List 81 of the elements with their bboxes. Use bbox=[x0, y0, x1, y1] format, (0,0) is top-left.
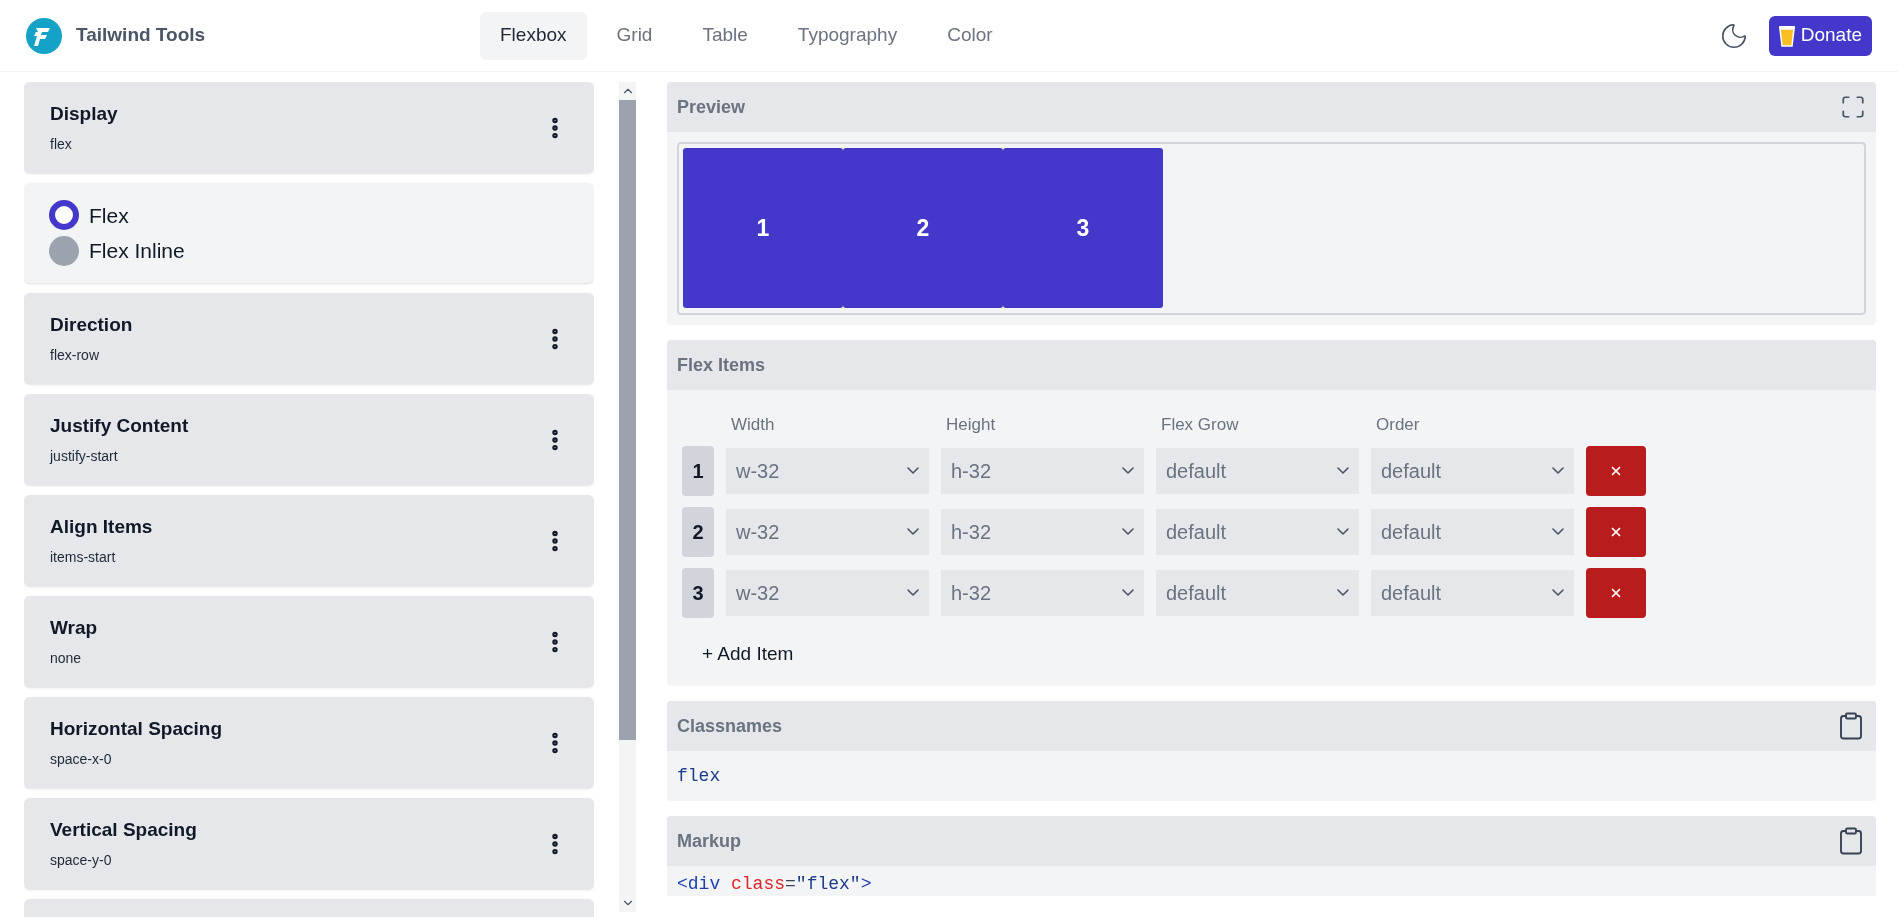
chevron-down-icon bbox=[907, 467, 919, 474]
column-label: Order bbox=[1375, 414, 1421, 436]
column-label: Flex Grow bbox=[1160, 414, 1240, 436]
logo-icon bbox=[26, 17, 62, 54]
add-item-button[interactable]: + Add Item bbox=[702, 639, 794, 668]
setting-value: flex-row bbox=[50, 346, 100, 366]
chevron-down-icon bbox=[1337, 589, 1349, 596]
scrollbar[interactable] bbox=[619, 82, 636, 912]
chevron-down-icon bbox=[907, 528, 919, 535]
section-title: Markup bbox=[677, 829, 741, 853]
section-title: Preview bbox=[677, 95, 746, 119]
setting-value: none bbox=[50, 649, 83, 669]
select-field[interactable]: default bbox=[1371, 508, 1574, 555]
select-field[interactable]: w-32 bbox=[726, 447, 929, 494]
column-label: Width bbox=[730, 414, 776, 436]
nav-tab[interactable]: Grid bbox=[596, 11, 673, 60]
nav-tab[interactable]: Color bbox=[927, 11, 1013, 60]
chevron-down-icon bbox=[1552, 528, 1564, 535]
chevron-down-icon bbox=[1337, 528, 1349, 535]
chevron-down-icon bbox=[1122, 467, 1134, 474]
setting-card[interactable]: Vertical Spacing space-y-0 bbox=[24, 798, 594, 889]
section-title: Flex Items bbox=[677, 353, 766, 377]
select-field[interactable]: default bbox=[1156, 569, 1359, 616]
setting-card[interactable]: Direction flex-row bbox=[24, 293, 594, 384]
setting-card[interactable]: Horizontal Spacing space-x-0 bbox=[24, 697, 594, 788]
chevron-down-icon bbox=[1122, 528, 1134, 535]
item-number: 3 bbox=[682, 567, 714, 618]
flex-box: 3 bbox=[1003, 148, 1163, 308]
setting-card[interactable]: Justify Content justify-start bbox=[24, 394, 594, 485]
setting-value: space-x-0 bbox=[50, 750, 113, 770]
item-number: 1 bbox=[682, 445, 714, 496]
brand-name: Tailwind Tools bbox=[76, 23, 206, 48]
setting-card[interactable]: Wrap none bbox=[24, 596, 594, 687]
setting-value: flex bbox=[50, 135, 73, 155]
fullscreen-icon[interactable] bbox=[1840, 94, 1866, 120]
chevron-down-icon bbox=[1122, 589, 1134, 596]
classnames-code: flex bbox=[677, 764, 721, 788]
select-field[interactable]: h-32 bbox=[941, 447, 1144, 494]
section-title: Classnames bbox=[677, 714, 783, 738]
select-field[interactable]: h-32 bbox=[941, 508, 1144, 555]
setting-card[interactable]: Align Items items-start bbox=[24, 495, 594, 586]
radio-button[interactable] bbox=[49, 235, 79, 266]
setting-title: Vertical Spacing bbox=[50, 817, 197, 842]
chevron-down-icon bbox=[1552, 467, 1564, 474]
select-field[interactable]: default bbox=[1371, 569, 1574, 616]
delete-button[interactable] bbox=[1586, 506, 1646, 557]
setting-value: justify-start bbox=[50, 447, 119, 467]
nav-tab[interactable]: Table bbox=[682, 11, 768, 60]
select-field[interactable]: w-32 bbox=[726, 569, 929, 616]
setting-value: items-start bbox=[50, 548, 117, 568]
setting-value: space-y-0 bbox=[50, 851, 113, 871]
select-field[interactable]: default bbox=[1156, 508, 1359, 555]
setting-title: Horizontal Spacing bbox=[50, 716, 223, 741]
column-label: Height bbox=[945, 414, 997, 436]
select-field[interactable]: h-32 bbox=[941, 569, 1144, 616]
delete-button[interactable] bbox=[1586, 445, 1646, 496]
radio-button[interactable] bbox=[49, 200, 79, 231]
setting-title: Display bbox=[50, 101, 118, 126]
item-number: 2 bbox=[682, 506, 714, 557]
nav-tab[interactable]: Flexbox bbox=[480, 11, 587, 60]
setting-title: Align Items bbox=[50, 514, 153, 539]
setting-title: Wrap bbox=[50, 615, 98, 640]
chevron-down-icon bbox=[1337, 467, 1349, 474]
radio-label: Flex Inline bbox=[89, 238, 185, 264]
setting-title: Direction bbox=[50, 312, 133, 337]
setting-card[interactable]: Display flex bbox=[24, 82, 594, 173]
code-line: <div class="flex"> bbox=[677, 873, 873, 896]
select-field[interactable]: w-32 bbox=[726, 508, 929, 555]
delete-button[interactable] bbox=[1586, 567, 1646, 618]
nav-tab[interactable]: Typography bbox=[777, 11, 918, 60]
select-field[interactable]: default bbox=[1371, 447, 1574, 494]
chevron-down-icon bbox=[1552, 589, 1564, 596]
chevron-down-icon bbox=[907, 589, 919, 596]
flex-box: 2 bbox=[843, 148, 1003, 308]
donate-button[interactable]: Donate bbox=[1768, 15, 1872, 56]
radio-label: Flex bbox=[89, 202, 129, 229]
setting-title: Justify Content bbox=[50, 413, 189, 438]
scrollbar-thumb[interactable] bbox=[619, 100, 636, 740]
flex-box: 1 bbox=[683, 148, 843, 308]
cup-icon bbox=[1778, 24, 1795, 47]
select-field[interactable]: default bbox=[1156, 447, 1359, 494]
